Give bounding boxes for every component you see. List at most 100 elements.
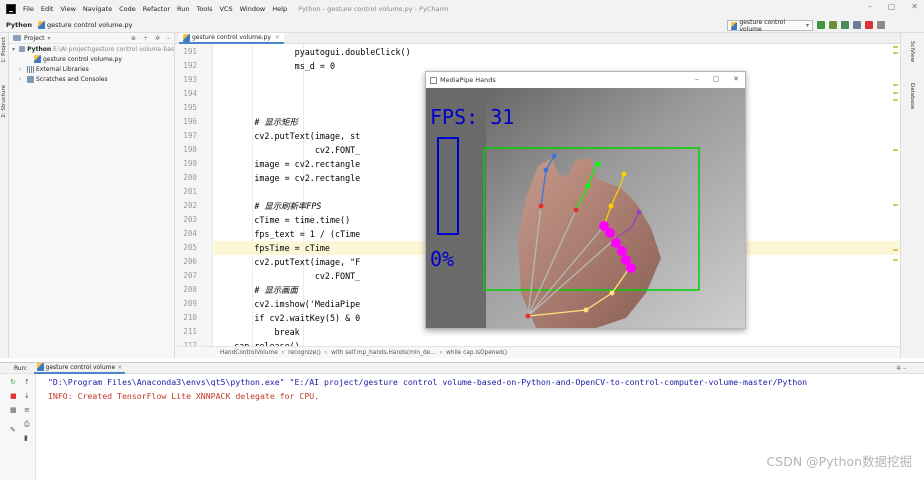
project-tree-detail: E:\AI project\gesture control volume-bas — [53, 45, 174, 53]
close-button[interactable]: ✕ — [911, 2, 918, 11]
close-tab-icon[interactable]: × — [117, 364, 122, 371]
pin-icon[interactable]: ✎ — [10, 426, 16, 434]
line-number: 191 — [183, 47, 197, 56]
maximize-button[interactable]: ▢ — [713, 75, 720, 83]
mediapipe-window-titlebar[interactable]: MediaPipe Hands – ▢ ✕ — [426, 72, 745, 88]
line-number: 193 — [183, 75, 197, 84]
minimize-button[interactable]: – — [868, 2, 872, 11]
profile-icon[interactable] — [853, 21, 861, 29]
title-bar: File Edit View Navigate Code Refactor Ru… — [0, 0, 924, 18]
menu-navigate[interactable]: Navigate — [82, 5, 113, 13]
pycharm-logo-icon — [6, 4, 16, 14]
csdn-watermark: CSDN @Python数据挖掘 — [766, 454, 912, 469]
window-title: Python - gesture control volume.py - PyC… — [298, 5, 449, 13]
maximize-button[interactable]: ▢ — [888, 2, 896, 11]
line-number: 208 — [183, 285, 197, 294]
project-tree-item[interactable]: gesture control volume.py — [9, 54, 174, 64]
sciview-tool-tab[interactable]: SciView — [909, 41, 915, 62]
line-number-gutter: 191 192 193 194 195 196 197 198 199 200 201 202 203 2… — [175, 44, 213, 346]
stop-icon[interactable] — [865, 21, 873, 29]
database-tool-tab[interactable]: Database — [909, 83, 915, 109]
breadcrumb-item[interactable]: with self.mp_hands.Hands(min_de... — [331, 350, 436, 356]
python-file-icon — [183, 33, 190, 42]
scroll-down-icon[interactable]: ↓ — [24, 392, 30, 400]
run-configuration-select[interactable]: gesture control volume ▾ — [727, 19, 813, 33]
project-tree-item[interactable]: ▾ Python E:\AI project\gesture control vol… — [9, 44, 174, 54]
window-icon — [430, 76, 437, 84]
line-number: 209 — [183, 299, 197, 308]
menu-view[interactable]: View — [59, 5, 76, 13]
line-number: 210 — [183, 313, 197, 322]
scroll-up-icon[interactable]: ↑ — [24, 378, 30, 386]
menu-tools[interactable]: Tools — [195, 5, 213, 13]
layout-icon[interactable]: ▦ — [10, 406, 17, 414]
library-icon — [27, 65, 34, 73]
gear-icon[interactable]: ✲ — [155, 35, 160, 42]
chevron-down-icon[interactable]: ▾ — [48, 35, 51, 42]
menu-window[interactable]: Window — [239, 5, 267, 13]
soft-wrap-icon[interactable]: ≡ — [24, 406, 30, 414]
trash-icon[interactable]: ▮ — [24, 434, 28, 442]
project-tree-item[interactable]: › External Libraries — [9, 64, 174, 74]
minimize-button[interactable]: – — [695, 75, 699, 83]
run-icon[interactable] — [817, 21, 825, 29]
rerun-icon[interactable]: ↻ — [10, 378, 16, 386]
search-icon[interactable] — [877, 21, 885, 29]
right-tool-strip: SciView Database — [900, 33, 924, 358]
line-number: 206 — [183, 257, 197, 266]
run-tab[interactable]: gesture control volume × — [33, 362, 126, 374]
project-panel-title[interactable]: Project — [24, 35, 45, 42]
close-tab-icon[interactable]: × — [275, 34, 280, 41]
menu-edit[interactable]: Edit — [40, 5, 55, 13]
line-number: 198 — [183, 145, 197, 154]
menu-code[interactable]: Code — [118, 5, 137, 13]
close-button[interactable]: ✕ — [733, 75, 739, 83]
expand-arrow-icon[interactable]: › — [19, 76, 25, 83]
line-number: 207 — [183, 271, 197, 280]
structure-tool-tab[interactable]: 2: Structure — [1, 85, 7, 118]
hide-icon[interactable]: – — [167, 35, 170, 42]
left-tool-strip: 1: Project 2: Structure — [0, 33, 9, 358]
editor-tab-label: gesture control volume.py — [192, 34, 271, 41]
editor-tab[interactable]: gesture control volume.py × — [179, 33, 284, 44]
editor-tab-bar: gesture control volume.py × — [175, 33, 900, 44]
volume-percent-label: 0% — [430, 247, 454, 271]
console-line: INFO: Created TensorFlow Lite XNNPACK de… — [48, 391, 320, 401]
python-file-icon — [731, 21, 738, 30]
menu-run[interactable]: Run — [176, 5, 190, 13]
project-panel: Project ▾ ⊕ ÷ ✲ – ▾ Python E:\AI project\g… — [9, 33, 175, 358]
folder-icon — [13, 35, 21, 41]
expand-arrow-icon[interactable]: ▾ — [12, 46, 17, 53]
menu-help[interactable]: Help — [271, 5, 288, 13]
fps-label: FPS: 31 — [430, 105, 514, 129]
debug-icon[interactable] — [829, 21, 837, 29]
line-number: 211 — [183, 327, 197, 336]
run-tab-label: gesture control volume — [45, 363, 116, 371]
expand-arrow-icon[interactable]: › — [19, 66, 25, 73]
gear-icon[interactable]: ✲ – — [896, 365, 906, 372]
breadcrumb-item[interactable]: recognize() — [288, 350, 321, 356]
stop-icon[interactable]: ■ — [10, 392, 17, 400]
line-number: 204 — [183, 229, 197, 238]
coverage-icon[interactable] — [841, 21, 849, 29]
line-number: 203 — [183, 215, 197, 224]
breadcrumb-item[interactable]: HandControlVolume — [220, 350, 278, 356]
nav-file-crumb[interactable]: gesture control volume.py — [37, 21, 132, 29]
print-icon[interactable]: ⎙ — [24, 420, 30, 429]
menu-bar: File Edit View Navigate Code Refactor Ru… — [22, 5, 288, 13]
menu-vcs[interactable]: VCS — [218, 5, 233, 13]
run-panel-label: Run: — [14, 364, 28, 372]
locate-icon[interactable]: ⊕ — [131, 35, 136, 42]
collapse-icon[interactable]: ÷ — [143, 35, 148, 42]
project-tree: ▾ Python E:\AI project\gesture control vol… — [9, 44, 174, 84]
breadcrumb-item[interactable]: while cap.isOpened() — [446, 350, 507, 356]
error-stripe[interactable] — [890, 44, 900, 346]
nav-project-crumb[interactable]: Python — [6, 21, 32, 29]
menu-refactor[interactable]: Refactor — [142, 5, 171, 13]
python-file-icon — [36, 363, 44, 371]
project-tree-item[interactable]: › Scratches and Consoles — [9, 74, 174, 84]
mediapipe-window-title: MediaPipe Hands — [440, 76, 496, 84]
mediapipe-hands-window[interactable]: MediaPipe Hands – ▢ ✕ FPS: 31 0% — [425, 71, 746, 329]
project-tool-tab[interactable]: 1: Project — [1, 37, 7, 63]
menu-file[interactable]: File — [22, 5, 35, 13]
